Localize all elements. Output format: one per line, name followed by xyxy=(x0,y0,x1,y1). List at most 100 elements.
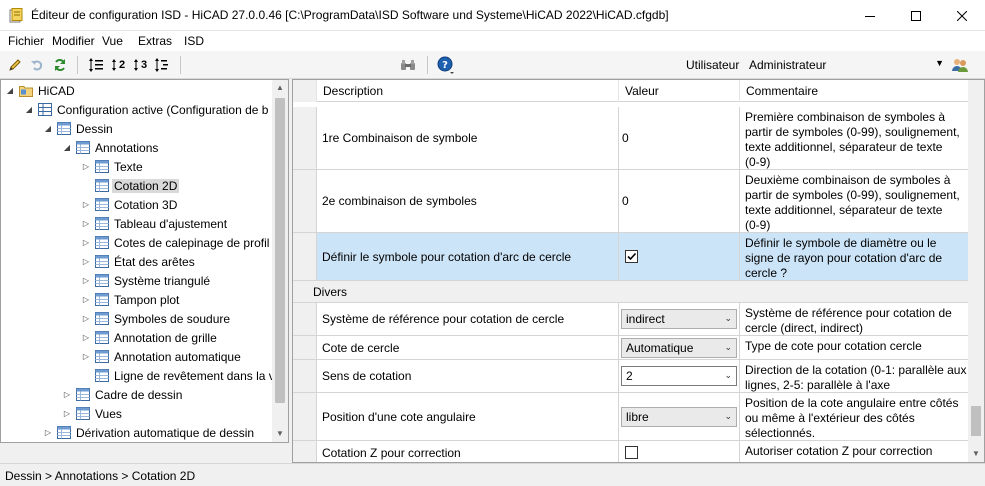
header-comment[interactable]: Commentaire xyxy=(740,80,969,102)
scroll-down-icon[interactable]: ▼ xyxy=(968,446,984,462)
setting-value-cell[interactable] xyxy=(619,441,740,462)
row-header[interactable] xyxy=(293,393,317,440)
row-header[interactable] xyxy=(293,107,317,169)
tree-item[interactable]: ◢ Annotations xyxy=(61,138,158,157)
setting-value-select[interactable]: 2 ⌄ xyxy=(621,366,737,386)
tree-scroll-thumb[interactable] xyxy=(275,98,285,403)
menu-fichier[interactable]: Fichier xyxy=(8,34,44,48)
setting-value-text[interactable]: 0 xyxy=(621,194,629,208)
tree-item[interactable]: ▷ État des arêtes xyxy=(80,252,195,271)
table-row[interactable]: Cote de cercle Automatique ⌄ Type de cote p… xyxy=(293,336,969,360)
menu-modifier[interactable]: Modifier xyxy=(52,34,95,48)
tree-item[interactable]: ▷ Annotation de grille xyxy=(80,328,217,347)
setting-value-select[interactable]: indirect ⌄ xyxy=(621,309,737,329)
help-button[interactable]: ? xyxy=(436,55,456,75)
minimize-button[interactable] xyxy=(847,0,893,31)
undo-button[interactable] xyxy=(27,55,47,75)
tree-item[interactable]: ▷ Cadre de dessin xyxy=(61,385,182,404)
menu-vue[interactable]: Vue xyxy=(102,34,123,48)
row-header[interactable] xyxy=(293,233,317,280)
setting-value-select[interactable]: libre ⌄ xyxy=(621,406,737,427)
edit-button[interactable] xyxy=(5,55,25,75)
setting-value-cell[interactable]: libre ⌄ xyxy=(619,393,740,440)
tree-item[interactable]: ▷ Cotes de calepinage de profil xyxy=(80,233,270,252)
users-button[interactable] xyxy=(950,55,970,75)
level-3-button[interactable]: 3 xyxy=(130,55,150,75)
tree-item[interactable]: ▷ Tableau d'ajustement xyxy=(80,214,227,233)
level-expand-button[interactable] xyxy=(152,55,172,75)
table-row[interactable]: 1re Combinaison de symbole 0 Première comb… xyxy=(293,107,969,170)
refresh-button[interactable] xyxy=(50,55,70,75)
setting-value-cell[interactable]: indirect ⌄ xyxy=(619,303,740,335)
tree-item[interactable]: ◢ Dessin xyxy=(42,119,113,138)
maximize-button[interactable] xyxy=(893,0,939,31)
tree-item[interactable]: Cotation 2D xyxy=(80,176,180,195)
table-row[interactable]: Position d'une cote angulaire libre ⌄ Posit… xyxy=(293,393,969,441)
grid-scrollbar[interactable]: ▼ xyxy=(968,80,984,462)
config-tree[interactable]: ◢ HiCAD ◢ Configuration active (Configurati… xyxy=(0,79,289,443)
tree-item[interactable]: Ligne de revêtement dans la v xyxy=(80,366,275,385)
tree-collapsed-icon[interactable]: ▷ xyxy=(61,390,73,399)
header-description[interactable]: Description xyxy=(317,80,619,102)
expand-all-button[interactable] xyxy=(86,55,106,75)
table-row[interactable]: Définir le symbole pour cotation d'arc d… xyxy=(293,233,969,281)
close-button[interactable] xyxy=(939,0,985,31)
tree-item[interactable]: ◢ Configuration active (Configuration de … xyxy=(23,100,269,119)
search-button[interactable] xyxy=(398,55,418,75)
tree-item[interactable]: ◢ HiCAD xyxy=(4,81,75,100)
row-header[interactable] xyxy=(293,303,317,335)
row-header[interactable] xyxy=(293,360,317,392)
tree-collapsed-icon[interactable]: ▷ xyxy=(80,162,92,171)
tree-collapsed-icon[interactable]: ▷ xyxy=(80,333,92,342)
setting-value-cell[interactable] xyxy=(619,233,740,280)
undo-icon xyxy=(31,60,43,71)
tree-collapsed-icon[interactable]: ▷ xyxy=(61,409,73,418)
tree-item[interactable]: ▷ Système triangulé xyxy=(80,271,210,290)
menu-isd[interactable]: ISD xyxy=(184,34,204,48)
setting-value-checkbox[interactable] xyxy=(625,250,638,263)
row-header[interactable] xyxy=(293,336,317,359)
tree-item[interactable]: ▷ Symboles de soudure xyxy=(80,309,230,328)
grid-scroll-thumb[interactable] xyxy=(971,406,981,436)
user-select[interactable]: Administrateur ▼ xyxy=(745,54,948,76)
tree-item[interactable]: ▷ Tampon plot xyxy=(80,290,179,309)
tree-item[interactable]: ▷ Annotation automatique xyxy=(80,347,241,366)
tree-expanded-icon[interactable]: ◢ xyxy=(61,143,73,152)
setting-value-cell[interactable]: 0 xyxy=(619,170,740,232)
tree-collapsed-icon[interactable]: ▷ xyxy=(80,238,92,247)
row-header[interactable] xyxy=(293,170,317,232)
setting-value-text[interactable]: 0 xyxy=(621,131,629,145)
tree-collapsed-icon[interactable]: ▷ xyxy=(80,295,92,304)
tree-collapsed-icon[interactable]: ▷ xyxy=(42,428,54,437)
tree-collapsed-icon[interactable]: ▷ xyxy=(80,314,92,323)
table-row[interactable]: Cotation Z pour correction Autoriser cota… xyxy=(293,441,969,462)
scroll-up-icon[interactable]: ▲ xyxy=(272,80,288,96)
row-header[interactable] xyxy=(293,441,317,462)
tree-item-label: Cadre de dessin xyxy=(95,387,183,402)
setting-value-checkbox[interactable] xyxy=(625,446,638,459)
tree-expanded-icon[interactable]: ◢ xyxy=(4,86,16,95)
tree-collapsed-icon[interactable]: ▷ xyxy=(80,257,92,266)
scroll-down-icon[interactable]: ▼ xyxy=(272,426,288,442)
tree-item[interactable]: ▷ Cotation 3D xyxy=(80,195,177,214)
table-row[interactable]: Système de référence pour cotation de ce… xyxy=(293,303,969,336)
tree-scrollbar[interactable]: ▲ ▼ xyxy=(272,80,288,442)
tree-item[interactable]: ▷ Texte xyxy=(80,157,143,176)
tree-expanded-icon[interactable]: ◢ xyxy=(23,105,35,114)
table-row[interactable]: 2e combinaison de symboles 0 Deuxième comb… xyxy=(293,170,969,233)
header-value[interactable]: Valeur xyxy=(619,80,740,102)
level-2-button[interactable]: 2 xyxy=(108,55,128,75)
tree-item[interactable]: ▷ Vues xyxy=(61,404,122,423)
tree-expanded-icon[interactable]: ◢ xyxy=(42,124,54,133)
setting-value-cell[interactable]: 2 ⌄ xyxy=(619,360,740,392)
setting-value-select[interactable]: Automatique ⌄ xyxy=(621,337,737,358)
tree-collapsed-icon[interactable]: ▷ xyxy=(80,200,92,209)
table-row[interactable]: Sens de cotation 2 ⌄ Direction de la cotati… xyxy=(293,360,969,393)
tree-collapsed-icon[interactable]: ▷ xyxy=(80,219,92,228)
tree-item[interactable]: ▷ Dérivation automatique de dessin xyxy=(42,423,254,442)
tree-collapsed-icon[interactable]: ▷ xyxy=(80,352,92,361)
setting-value-cell[interactable]: Automatique ⌄ xyxy=(619,336,740,359)
menu-extras[interactable]: Extras xyxy=(138,34,172,48)
tree-collapsed-icon[interactable]: ▷ xyxy=(80,276,92,285)
setting-value-cell[interactable]: 0 xyxy=(619,107,740,169)
